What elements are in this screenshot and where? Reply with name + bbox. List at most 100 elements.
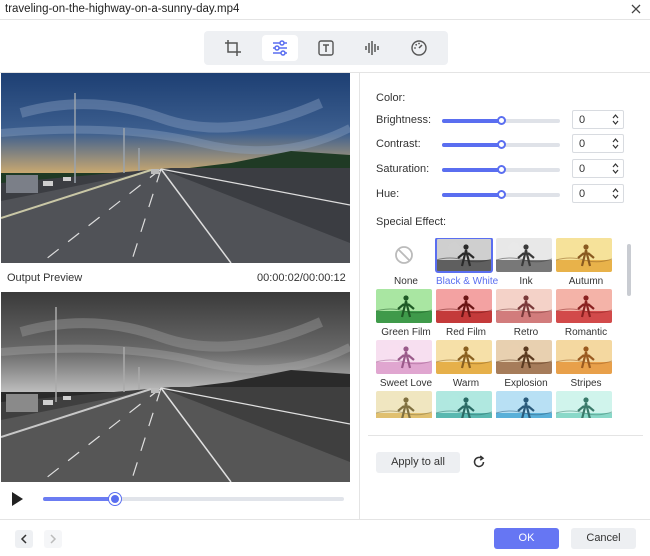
effect-label: Black & White (436, 276, 499, 287)
reset-icon[interactable] (472, 455, 486, 469)
effect-label: Autumn (568, 276, 604, 287)
effect-thumbnail (496, 238, 552, 272)
effect-thumbnail (556, 289, 612, 323)
effect-preview-image (556, 391, 612, 418)
effect-label: Romantic (564, 327, 608, 338)
window-title: traveling-on-the-highway-on-a-sunny-day.… (5, 3, 240, 15)
effect-preview-image (556, 289, 612, 323)
effect-label: Red Film (445, 327, 486, 338)
contrast-label: Contrast: (376, 138, 421, 150)
previous-button[interactable] (15, 530, 33, 548)
brightness-stepper[interactable]: 0 (572, 110, 624, 129)
no-effect-icon (376, 238, 432, 272)
effect-thumbnail (556, 340, 612, 374)
special-effect-title: Special Effect: (376, 216, 447, 228)
highway-video-frame-bw (1, 292, 350, 482)
adjust-sliders-icon (272, 40, 287, 56)
effect-thumbnail (496, 391, 552, 418)
chevron-right-icon (50, 534, 57, 544)
play-icon[interactable] (10, 491, 24, 507)
seek-handle[interactable] (109, 493, 122, 505)
effect-thumbnail (436, 391, 492, 418)
cancel-button[interactable]: Cancel (571, 528, 636, 549)
apply-to-all-button[interactable]: Apply to all (376, 452, 460, 473)
effect-thumbnail (435, 238, 493, 273)
brightness-label: Brightness: (376, 114, 432, 126)
effect-preview-image (496, 391, 552, 418)
effect-ink[interactable]: Ink (496, 238, 554, 287)
contrast-stepper[interactable]: 0 (572, 134, 624, 153)
effect-label: None (394, 276, 418, 287)
effect-preview-image (376, 289, 432, 323)
contrast-slider[interactable] (442, 140, 560, 149)
hue-stepper[interactable]: 0 (572, 184, 624, 203)
color-section-title: Color: (376, 92, 406, 104)
tool-audio[interactable] (354, 35, 390, 61)
hue-slider[interactable] (442, 190, 560, 199)
effect-row-4-1[interactable] (376, 391, 434, 418)
effects-grid: None Black & White Ink Autumn Green Film Red … (376, 238, 616, 418)
effect-preview-image (436, 289, 492, 323)
slider-fill (442, 168, 501, 172)
text-icon (318, 40, 334, 56)
effect-row-4-3[interactable] (496, 391, 554, 418)
audio-icon (365, 41, 380, 55)
tool-crop[interactable] (215, 35, 251, 61)
effect-thumbnail (436, 340, 492, 374)
effect-row-4-4[interactable] (556, 391, 614, 418)
saturation-label: Saturation: (376, 163, 430, 175)
slider-fill (442, 119, 501, 123)
effect-label: Stripes (570, 378, 602, 389)
effect-preview-image (556, 340, 612, 374)
effect-thumbnail (376, 391, 432, 418)
tool-adjust[interactable] (261, 35, 298, 61)
slider-handle[interactable] (497, 165, 506, 174)
effects-scrollbar[interactable] (627, 244, 631, 296)
effect-sweet-love[interactable]: Sweet Love (376, 340, 434, 389)
seek-slider[interactable] (43, 493, 344, 505)
timecode: 00:00:02/00:00:12 (257, 272, 346, 284)
hue-label: Hue: (376, 188, 400, 200)
effect-retro[interactable]: Retro (496, 289, 554, 338)
effect-thumbnail (376, 289, 432, 323)
stepper-arrows-icon[interactable] (612, 137, 619, 150)
speed-icon (411, 40, 427, 56)
slider-fill (442, 143, 501, 147)
seek-progress (43, 497, 116, 501)
slider-handle[interactable] (497, 116, 506, 125)
effect-preview-image (496, 238, 552, 272)
effect-romantic[interactable]: Romantic (556, 289, 614, 338)
stepper-arrows-icon[interactable] (612, 113, 619, 126)
stepper-arrows-icon[interactable] (612, 187, 619, 200)
slider-handle[interactable] (497, 190, 506, 199)
stepper-value: 0 (579, 138, 586, 150)
tool-text[interactable] (308, 35, 344, 61)
next-button[interactable] (44, 530, 62, 548)
divider (0, 519, 650, 520)
saturation-stepper[interactable]: 0 (572, 159, 624, 178)
original-video-preview (1, 73, 350, 263)
effect-autumn[interactable]: Autumn (556, 238, 614, 287)
effect-none[interactable]: None (376, 238, 434, 287)
effect-thumbnail (496, 289, 552, 323)
effect-green-film[interactable]: Green Film (376, 289, 434, 338)
slider-handle[interactable] (497, 140, 506, 149)
ok-button[interactable]: OK (494, 528, 559, 549)
effect-warm[interactable]: Warm (436, 340, 494, 389)
divider (368, 435, 643, 436)
saturation-slider[interactable] (442, 165, 560, 174)
effect-black-white[interactable]: Black & White (435, 238, 499, 287)
effect-thumbnail (376, 340, 432, 374)
close-icon[interactable] (630, 3, 642, 15)
effect-row-4-2[interactable] (436, 391, 494, 418)
effect-explosion[interactable]: Explosion (496, 340, 554, 389)
effect-preview-image (436, 238, 492, 272)
stepper-arrows-icon[interactable] (612, 162, 619, 175)
effect-preview-image (436, 391, 492, 418)
tool-speed[interactable] (401, 35, 437, 61)
effect-red-film[interactable]: Red Film (436, 289, 494, 338)
brightness-slider[interactable] (442, 116, 560, 125)
effect-label: Retro (513, 327, 539, 338)
effect-preview-image (436, 340, 492, 374)
effect-stripes[interactable]: Stripes (556, 340, 614, 389)
